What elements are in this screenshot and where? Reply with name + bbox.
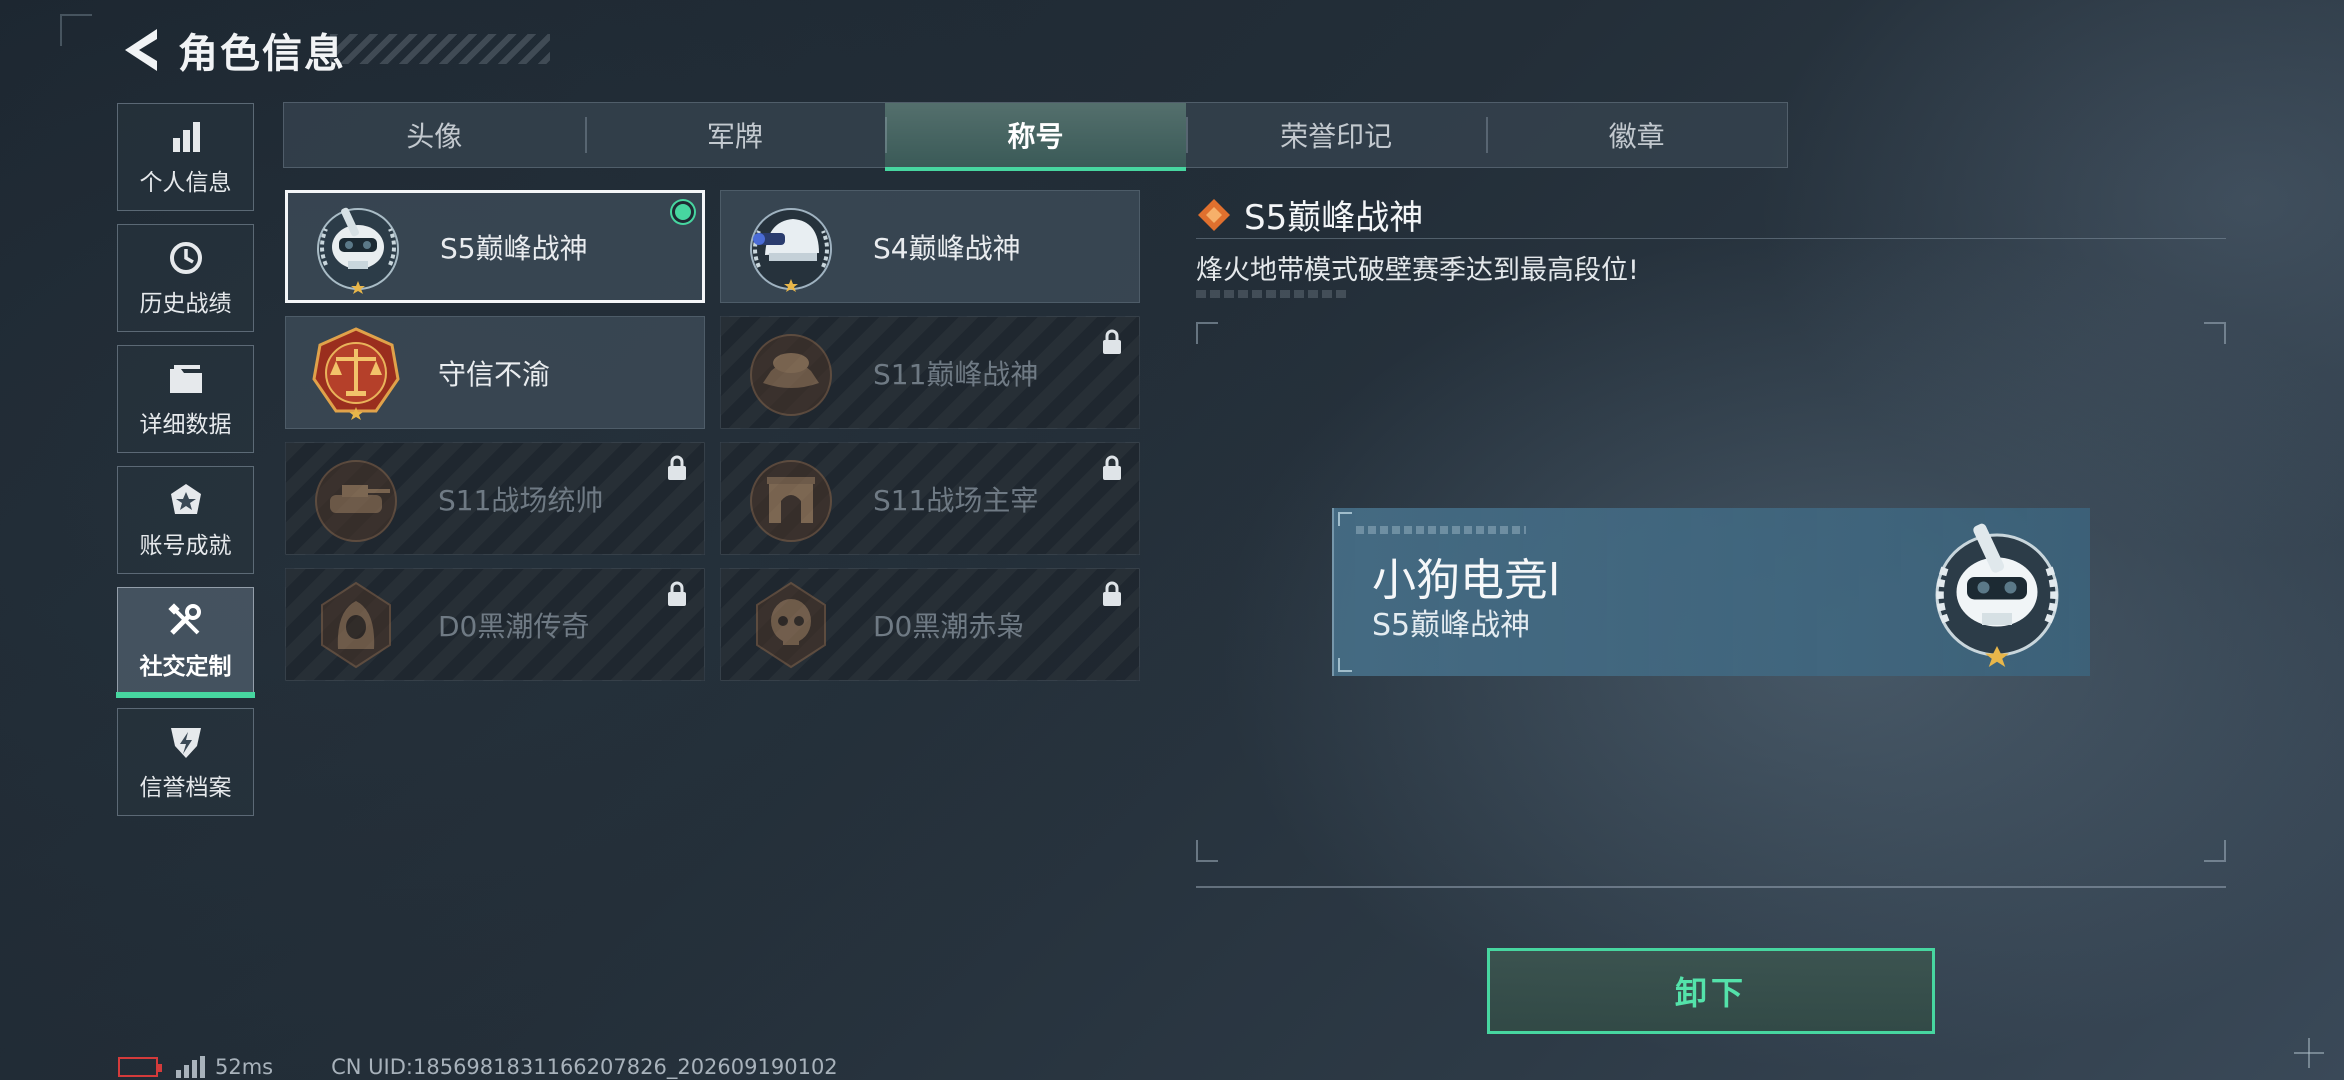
- title-card-name: D0黑潮赤枭: [873, 609, 1025, 643]
- title-card-name: 守信不渝: [438, 357, 551, 391]
- title-card-name: S4巅峰战神: [873, 231, 1021, 265]
- sidebar-item-label: 社交定制: [139, 654, 232, 680]
- sidebar: 个人信息 历史战绩 详细数据 账号成就 社交定制 信誉档案: [116, 103, 255, 829]
- sidebar-item-detailed-data[interactable]: 详细数据: [117, 345, 254, 453]
- bronze-arch-emblem-icon: [750, 459, 832, 542]
- detail-description: 烽火地带模式破壁赛季达到最高段位!: [1196, 255, 1639, 286]
- sidebar-item-label: 历史战绩: [139, 291, 232, 317]
- back-arrow-icon: [125, 29, 157, 71]
- credit-badge-icon: [166, 722, 206, 762]
- sidebar-item-social-custom[interactable]: 社交定制: [116, 587, 255, 698]
- title-stripes-decoration: [330, 34, 550, 64]
- equipped-indicator: [672, 201, 694, 223]
- bronze-skull-emblem-icon: [756, 581, 826, 668]
- title-grid: S5巅峰战神 S4巅峰战神 守信不渝 S11巅峰战神 S11战场统帅 S11战场…: [285, 190, 1140, 681]
- folder-icon: [166, 359, 206, 399]
- sidebar-item-personal-info[interactable]: 个人信息: [117, 103, 254, 211]
- title-card-s5-peak[interactable]: S5巅峰战神: [285, 190, 705, 303]
- status-bar: 52ms CN UID:1856981831166207826_20260919…: [118, 1055, 838, 1079]
- lock-icon: [668, 581, 686, 606]
- tab-dog-tag[interactable]: 军牌: [584, 103, 886, 167]
- plus-decoration-icon: [2294, 1038, 2324, 1068]
- diamond-icon: [1198, 198, 1230, 231]
- title-card-s11-peak[interactable]: S11巅峰战神: [720, 316, 1140, 429]
- helmet-emblem-icon: [750, 207, 832, 292]
- tools-icon: [166, 601, 206, 641]
- lock-icon: [1103, 329, 1121, 354]
- title-card-name: S11战场统帅: [438, 483, 604, 517]
- sidebar-item-label: 详细数据: [139, 412, 232, 438]
- sidebar-item-label: 信誉档案: [139, 775, 232, 801]
- tab-title[interactable]: 称号: [885, 103, 1186, 171]
- player-name: 小狗电竞l: [1372, 555, 1561, 606]
- signal-icon: [176, 1056, 205, 1078]
- title-card-name: S11战场主宰: [873, 483, 1039, 517]
- decorative-code-strip: [1196, 290, 1346, 298]
- bronze-hood-emblem-icon: [321, 581, 391, 668]
- diver-skull-emblem-icon: [1935, 523, 2059, 667]
- ping-value: 52ms: [215, 1055, 274, 1079]
- header: 角色信息: [118, 22, 346, 78]
- tab-bar: 头像 军牌 称号 荣誉印记 徽章: [283, 102, 1788, 171]
- diver-skull-emblem-icon: [317, 207, 399, 294]
- unequip-button-label: 卸下: [1674, 974, 1747, 1012]
- decorative-code-strip: [1356, 526, 1526, 534]
- title-card-d0-red-owl[interactable]: D0黑潮赤枭: [720, 568, 1140, 681]
- title-card-s11-dominator[interactable]: S11战场主宰: [720, 442, 1140, 555]
- sidebar-item-label: 个人信息: [139, 170, 232, 196]
- title-card-d0-legend[interactable]: D0黑潮传奇: [285, 568, 705, 681]
- scales-emblem-icon: [312, 326, 400, 420]
- tab-avatar[interactable]: 头像: [284, 103, 585, 167]
- bronze-hat-emblem-icon: [750, 333, 832, 416]
- title-card-name: D0黑潮传奇: [438, 609, 590, 643]
- title-card-s4-peak[interactable]: S4巅峰战神: [720, 190, 1140, 303]
- sidebar-item-credit-record[interactable]: 信誉档案: [117, 708, 254, 816]
- nameplate-preview: 小狗电竞l S5巅峰战神: [1332, 508, 2090, 676]
- bar-chart-icon: [166, 117, 206, 157]
- user-uid: CN UID:1856981831166207826_202609190102: [331, 1055, 838, 1079]
- lock-icon: [1103, 581, 1121, 606]
- divider: [1196, 238, 2226, 239]
- tab-badge[interactable]: 徽章: [1486, 103, 1787, 167]
- sidebar-item-achievements[interactable]: 账号成就: [117, 466, 254, 574]
- lock-icon: [1103, 455, 1121, 480]
- tab-honor-mark[interactable]: 荣誉印记: [1185, 103, 1487, 167]
- corner-decoration: [60, 14, 92, 46]
- lock-icon: [668, 455, 686, 480]
- detail-header: S5巅峰战神: [1196, 190, 1423, 239]
- sidebar-item-label: 账号成就: [139, 533, 232, 559]
- title-card-keep-faith[interactable]: 守信不渝: [285, 316, 705, 429]
- detail-title: S5巅峰战神: [1244, 198, 1424, 238]
- title-card-s11-commander[interactable]: S11战场统帅: [285, 442, 705, 555]
- title-card-name: S5巅峰战神: [440, 231, 588, 265]
- back-button[interactable]: [118, 24, 164, 76]
- bronze-tank-emblem-icon: [315, 459, 397, 542]
- clock-history-icon: [166, 238, 206, 278]
- battery-icon: [118, 1057, 162, 1077]
- sidebar-item-history[interactable]: 历史战绩: [117, 224, 254, 332]
- title-card-name: S11巅峰战神: [873, 357, 1039, 391]
- achievement-icon: [166, 480, 206, 520]
- unequip-button[interactable]: 卸下: [1487, 948, 1935, 1034]
- equipped-title: S5巅峰战神: [1372, 608, 1531, 643]
- page-title: 角色信息: [178, 31, 346, 77]
- divider: [1196, 886, 2226, 888]
